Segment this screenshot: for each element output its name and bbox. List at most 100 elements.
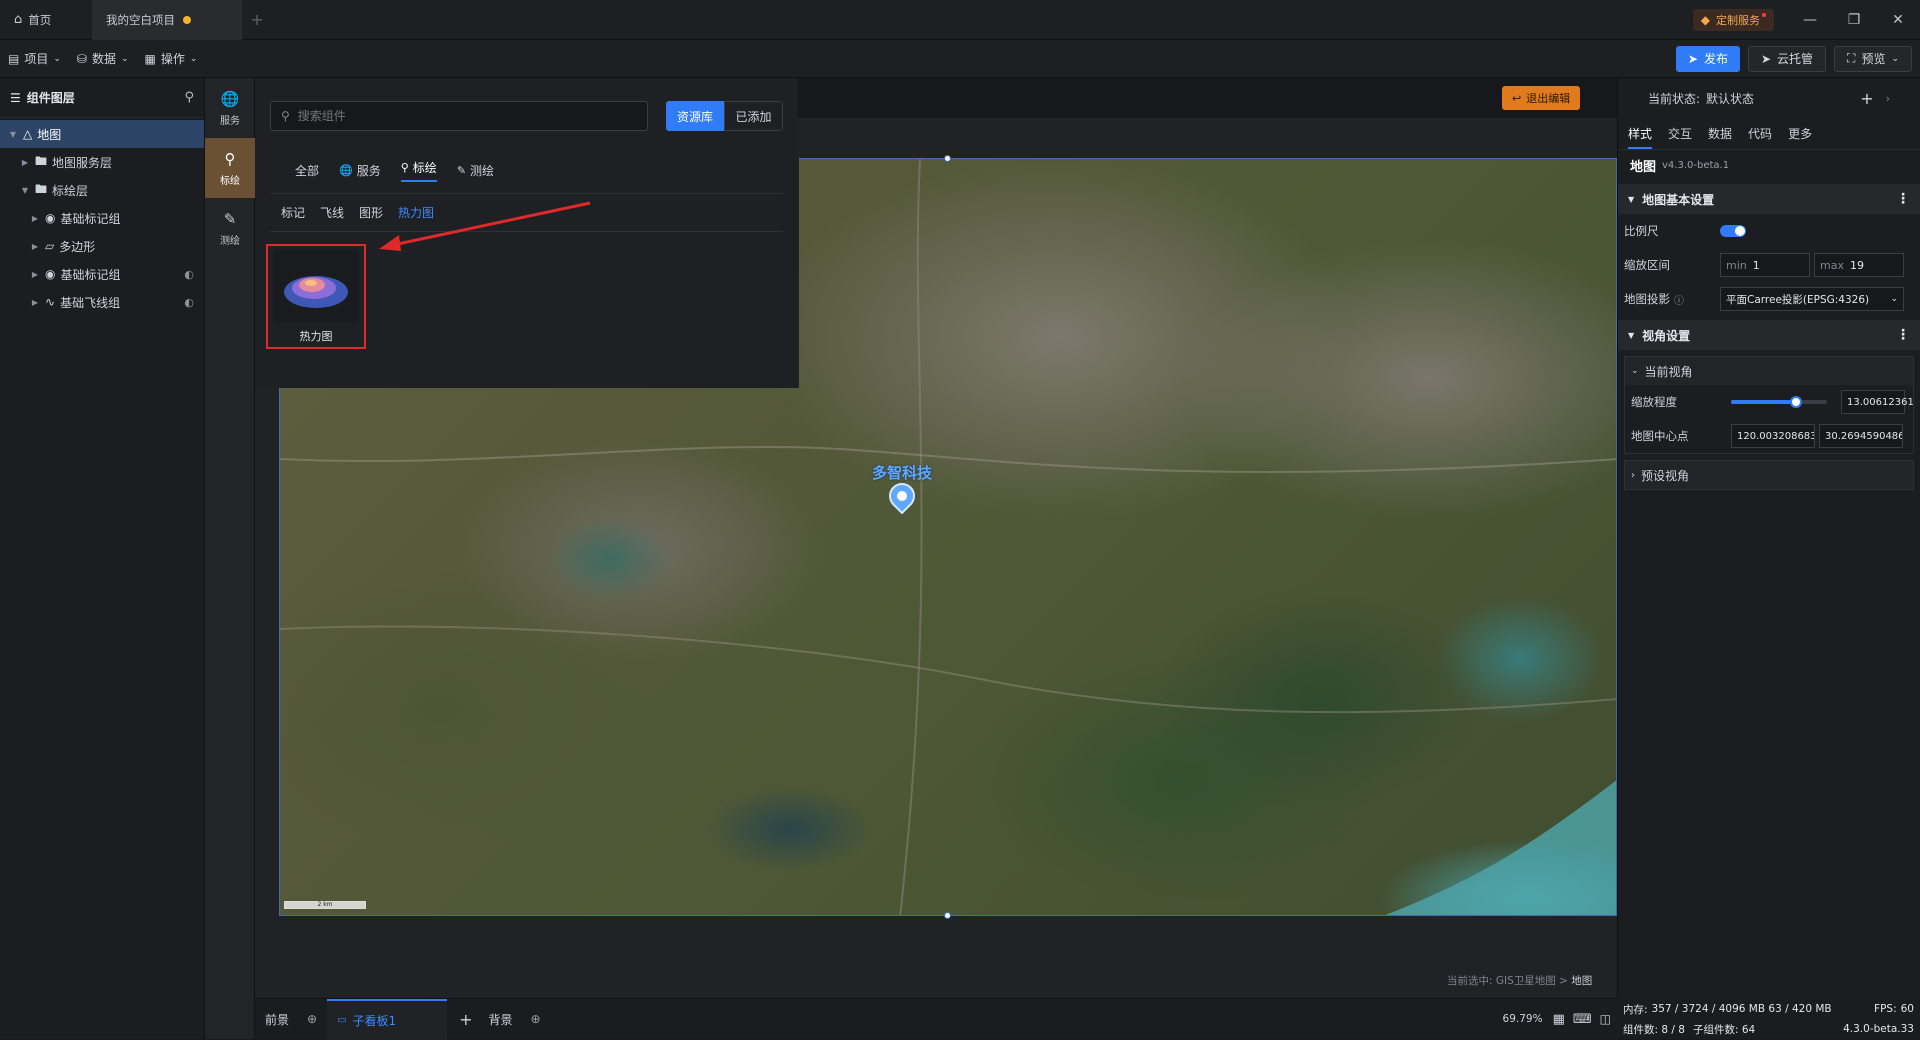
tab-project[interactable]: 我的空白项目 [92, 0, 242, 40]
layer-item-marker-group[interactable]: ▶ ◉ 基础标记组 [0, 204, 204, 232]
new-tab-button[interactable]: + [242, 10, 272, 29]
rail-survey[interactable]: ✎ 测绘 [205, 198, 255, 258]
tab-home[interactable]: ⌂ 首页 [0, 0, 92, 40]
caret-right-icon[interactable]: ▶ [30, 298, 40, 307]
eye-hidden-icon[interactable]: ◐ [184, 268, 194, 281]
map-basic-settings-section[interactable]: ▼ 地图基本设置 ⋮ [1618, 184, 1920, 214]
component-search-input[interactable] [297, 109, 618, 123]
menu-operation[interactable]: ▦ 操作 ⌄ [137, 40, 206, 78]
layer-item-map-service[interactable]: ▶ 🖿 地图服务层 [0, 148, 204, 176]
projection-select[interactable]: 平面Carree投影(EPSG:4326) ⌄ [1720, 287, 1904, 311]
custom-service-button[interactable]: ◆ 定制服务 [1692, 8, 1774, 31]
keyboard-icon[interactable]: ⌨ [1573, 1012, 1592, 1027]
layer-item-plot-layer[interactable]: ▼ 🖿 标绘层 [0, 176, 204, 204]
resource-library-tab[interactable]: 资源库 [666, 101, 724, 131]
caret-down-icon: ▼ [1628, 194, 1635, 204]
tab-style[interactable]: 样式 [1628, 125, 1653, 149]
layer-item-flyline-group[interactable]: ▶ ∿ 基础飞线组 ◐ [0, 288, 204, 316]
folder-icon: 🖿 [35, 153, 48, 168]
category-tabs: 全部 🌐 服务 ⚲ 标绘 ✎ 测绘 [295, 158, 494, 182]
more-vertical-icon[interactable]: ⋮ [1896, 327, 1910, 343]
search-icon[interactable]: ⚲ [184, 90, 194, 105]
tab-background[interactable]: 背景 ⊕ [484, 999, 544, 1040]
menu-project[interactable]: ▤ 项目 ⌄ [0, 40, 69, 78]
zoom-level-input[interactable]: 13.00612361 [1841, 390, 1914, 414]
resize-handle-top[interactable] [944, 155, 951, 162]
tab-foreground[interactable]: 前景 ⊕ [255, 999, 327, 1040]
fit-screen-icon[interactable]: ▦ [1553, 1012, 1565, 1027]
subcategory-marker[interactable]: 标记 [281, 204, 305, 221]
caret-right-icon[interactable]: ▶ [30, 270, 40, 279]
add-circle-icon[interactable]: ⊕ [531, 1012, 541, 1026]
eye-hidden-icon[interactable]: ◐ [184, 296, 194, 309]
category-all[interactable]: 全部 [295, 162, 319, 179]
restore-icon[interactable]: ❐ [1832, 0, 1876, 40]
category-survey[interactable]: ✎ 测绘 [457, 162, 494, 179]
resize-handle-bottom[interactable] [944, 912, 951, 919]
zoom-slider-fill [1731, 400, 1797, 404]
cloud-hosting-button[interactable]: ➤ 云托管 [1747, 45, 1827, 72]
caret-down-icon[interactable]: ▼ [8, 130, 18, 139]
chevron-right-icon[interactable]: › [1886, 92, 1890, 105]
zoom-percentage[interactable]: 69.79% [1503, 1013, 1543, 1025]
terminal-icon[interactable]: ◫ [1600, 1012, 1611, 1026]
preset-view-group[interactable]: › 预设视角 [1624, 460, 1914, 490]
add-state-icon[interactable]: + [1860, 89, 1873, 108]
map-scale-bar: 2 km [284, 901, 366, 909]
zoom-slider-handle[interactable] [1790, 396, 1803, 408]
layer-item-marker-group-2[interactable]: ▶ ◉ 基础标记组 ◐ [0, 260, 204, 288]
minimize-icon[interactable]: — [1788, 0, 1832, 40]
heatmap-card-label: 热力图 [299, 330, 333, 343]
added-tab[interactable]: 已添加 [724, 101, 783, 131]
file-icon: ▤ [8, 51, 20, 66]
current-view-header[interactable]: ⌄ 当前视角 [1625, 357, 1913, 385]
status-bar: 内存: 357 / 3724 / 4096 MB 63 / 420 MB FPS:… [1617, 997, 1920, 1039]
diamond-icon: ◆ [1700, 12, 1710, 27]
scale-toggle[interactable] [1720, 225, 1746, 237]
tab-interaction[interactable]: 交互 [1668, 125, 1692, 142]
close-icon[interactable]: ✕ [1876, 0, 1920, 40]
title-bar: ⌂ 首页 我的空白项目 + ◆ 定制服务 — ❐ ✕ [0, 0, 1920, 40]
help-icon[interactable]: ⓘ [1674, 292, 1684, 307]
layer-item-polygon[interactable]: ▶ ▱ 多边形 [0, 232, 204, 260]
map-center-row: 地图中心点 120.0032086831 30.2694590486 [1625, 419, 1913, 453]
add-board-button[interactable]: + [447, 1010, 484, 1029]
menu-data[interactable]: ⛁ 数据 ⌄ [69, 40, 137, 78]
layer-item-map[interactable]: ▼ △ 地图 [0, 120, 204, 148]
tab-code[interactable]: 代码 [1748, 125, 1772, 142]
chevron-down-icon: ⌄ [1890, 294, 1898, 304]
center-lng-input[interactable]: 120.0032086831 [1731, 424, 1815, 448]
more-vertical-icon[interactable]: ⋮ [1896, 191, 1910, 207]
category-plot[interactable]: ⚲ 标绘 [400, 159, 437, 182]
preview-button[interactable]: ⛶ 预览 ⌄ [1834, 45, 1912, 72]
center-lat-input[interactable]: 30.2694590486 [1819, 424, 1903, 448]
zoom-min-input[interactable]: min 1 [1720, 253, 1810, 277]
heatmap-component-card[interactable]: 热力图 [266, 244, 366, 349]
caret-right-icon[interactable]: ▶ [20, 158, 30, 167]
zoom-level-slider[interactable] [1731, 396, 1827, 408]
tab-data[interactable]: 数据 [1708, 125, 1732, 142]
category-service[interactable]: 🌐 服务 [339, 162, 381, 179]
publish-button[interactable]: ➤ 发布 [1675, 45, 1740, 72]
caret-down-icon[interactable]: ▼ [20, 186, 30, 195]
add-circle-icon[interactable]: ⊕ [307, 1012, 317, 1026]
map-label: 多智科技 [872, 464, 933, 482]
rail-service[interactable]: 🌐 服务 [205, 78, 255, 138]
exit-edit-button[interactable]: ↩ 退出编辑 [1502, 86, 1581, 110]
current-view-group: ⌄ 当前视角 缩放程度 13.00612361 地图中心点 120.003208… [1624, 356, 1914, 454]
caret-right-icon[interactable]: ▶ [30, 242, 40, 251]
tab-sub-board-1[interactable]: ▭ 子看板1 [327, 998, 448, 1040]
heatmap-icon [284, 276, 348, 308]
caret-right-icon[interactable]: ▶ [30, 214, 40, 223]
subcategory-flyline[interactable]: 飞线 [320, 204, 344, 221]
current-selection-breadcrumb: 当前选中: GIS卫星地图 > 地图 [1447, 975, 1593, 987]
tab-more[interactable]: 更多 [1788, 125, 1812, 142]
component-search-field[interactable]: ⚲ [270, 101, 648, 131]
chevron-down-icon: ⌄ [120, 53, 129, 64]
globe-icon: 🌐 [220, 89, 240, 108]
rail-plot[interactable]: ⚲ 标绘 [205, 138, 255, 198]
zoom-max-input[interactable]: max 19 [1814, 253, 1904, 277]
view-settings-section[interactable]: ▼ 视角设置 ⋮ [1618, 320, 1920, 350]
notification-dot [1762, 12, 1766, 17]
monitor-icon: ▭ [337, 1014, 347, 1026]
